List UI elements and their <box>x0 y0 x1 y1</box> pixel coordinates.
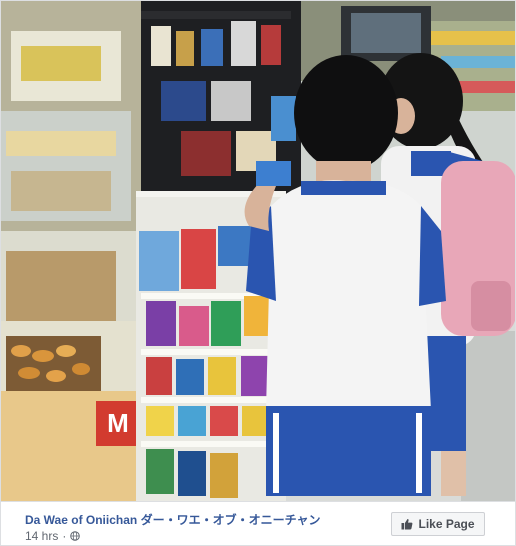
like-page-label: Like Page <box>418 517 475 531</box>
post-footer: Da Wae of Oniichan ダー・ワエ・オブ・オニーチャン 14 hr… <box>1 501 515 545</box>
facebook-post: M Da Wae of Oniichan ダー・ワエ・オブ・オニーチャン 14 … <box>0 0 516 546</box>
convenience-store-scene: M <box>1 1 515 501</box>
post-photo[interactable]: M <box>1 1 515 501</box>
store-sign-letter: M <box>107 408 129 438</box>
meta-separator: · <box>62 529 67 543</box>
like-page-button[interactable]: Like Page <box>391 512 485 536</box>
thumbs-up-icon <box>401 518 413 530</box>
post-meta: 14 hrs · <box>25 529 81 543</box>
page-name-link[interactable]: Da Wae of Oniichan ダー・ワエ・オブ・オニーチャン <box>25 511 320 528</box>
post-timestamp[interactable]: 14 hrs <box>25 529 58 543</box>
globe-icon[interactable] <box>70 531 81 541</box>
